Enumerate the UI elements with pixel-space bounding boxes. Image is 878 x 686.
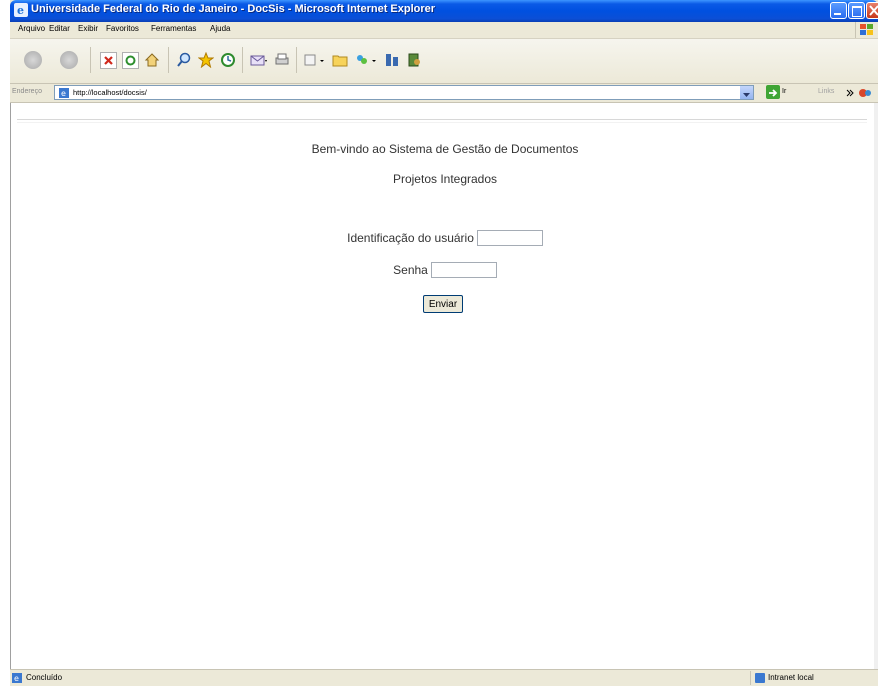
minimize-button[interactable] <box>830 2 847 19</box>
links-label[interactable]: Links <box>818 88 834 95</box>
maximize-button[interactable] <box>848 2 865 19</box>
submit-button[interactable]: Enviar <box>423 295 463 313</box>
address-url: http://localhost/docsis/ <box>73 88 147 97</box>
address-input[interactable]: e http://localhost/docsis/ <box>54 85 754 100</box>
browser-window: e Universidade Federal do Rio de Janeiro… <box>10 0 878 686</box>
security-zone[interactable]: Intranet local <box>768 673 814 682</box>
page-done-icon: e <box>12 673 22 683</box>
home-icon[interactable] <box>144 52 160 67</box>
close-icon <box>869 5 878 16</box>
menu-exibir[interactable]: Exibir <box>78 24 98 33</box>
page-icon: e <box>59 88 69 98</box>
scrollbar[interactable] <box>874 103 878 669</box>
title-bar[interactable]: e Universidade Federal do Rio de Janeiro… <box>10 0 878 22</box>
search-icon[interactable] <box>176 52 191 67</box>
password-label: Senha <box>393 263 428 277</box>
forward-icon[interactable] <box>60 51 78 69</box>
address-dropdown-button[interactable] <box>740 86 753 99</box>
go-button[interactable] <box>766 85 780 99</box>
history-icon[interactable] <box>220 52 235 67</box>
windows-flag-icon <box>855 22 878 38</box>
messenger-icon[interactable] <box>354 52 376 67</box>
svg-text:e: e <box>17 4 24 17</box>
menu-editar[interactable]: Editar <box>49 24 70 33</box>
status-bar: e Concluído Intranet local <box>10 669 878 686</box>
menu-favoritos[interactable]: Favoritos <box>106 24 139 33</box>
horizontal-rule <box>17 119 867 123</box>
page-content: Bem-vindo ao Sistema de Gestão de Docume… <box>10 103 878 669</box>
close-button[interactable] <box>866 2 878 19</box>
chevron-right-icon[interactable] <box>846 89 854 97</box>
favorites-icon[interactable] <box>197 51 215 69</box>
mail-icon[interactable] <box>250 52 267 67</box>
menu-ferramentas[interactable]: Ferramentas <box>151 24 196 33</box>
menu-ajuda[interactable]: Ajuda <box>210 24 230 33</box>
svg-text:e: e <box>61 89 66 98</box>
window-title: Universidade Federal do Rio de Janeiro -… <box>31 3 436 15</box>
discuss-icon[interactable] <box>384 52 399 67</box>
password-row: Senha <box>11 262 878 278</box>
user-label: Identificação do usuário <box>347 231 474 245</box>
menu-arquivo[interactable]: Arquivo <box>18 24 45 33</box>
extension-icon[interactable] <box>858 87 872 99</box>
user-input[interactable] <box>476 230 543 246</box>
subtitle: Projetos Integrados <box>392 172 498 186</box>
intranet-zone-icon <box>755 673 765 683</box>
ie-logo-icon: e <box>14 3 28 17</box>
password-input[interactable] <box>430 262 497 278</box>
print-icon[interactable] <box>274 52 289 67</box>
edit-icon[interactable] <box>304 52 324 67</box>
user-row: Identificação do usuário <box>11 230 878 246</box>
svg-text:e: e <box>14 674 19 683</box>
go-label[interactable]: Ir <box>782 88 786 95</box>
stop-icon[interactable] <box>100 52 117 69</box>
refresh-icon[interactable] <box>122 52 139 69</box>
welcome-heading: Bem-vindo ao Sistema de Gestão de Docume… <box>311 142 579 156</box>
research-icon[interactable] <box>406 52 421 67</box>
back-icon[interactable] <box>24 51 42 69</box>
address-bar: Endereço e http://localhost/docsis/ Ir L… <box>10 84 878 103</box>
menu-bar: Arquivo Editar Exibir Favoritos Ferramen… <box>10 22 878 39</box>
status-text: Concluído <box>26 673 63 682</box>
folder-icon[interactable] <box>332 52 348 67</box>
address-label: Endereço <box>12 88 42 95</box>
toolbar <box>10 39 878 84</box>
